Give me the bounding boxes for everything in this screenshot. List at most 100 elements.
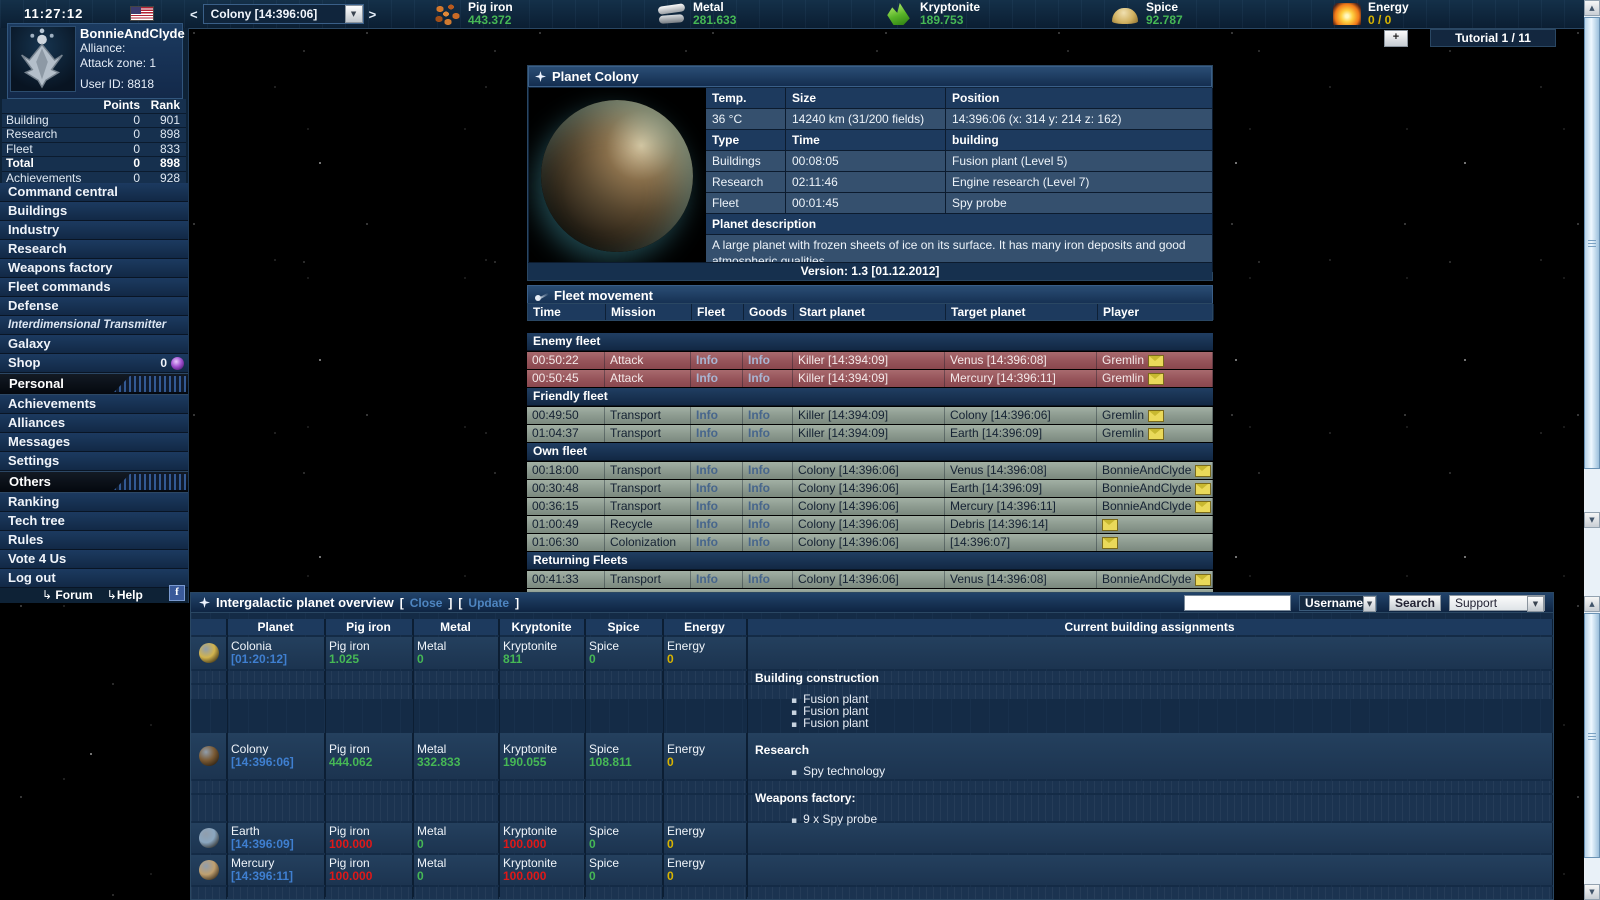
sidebar-item-industry[interactable]: Industry [0, 221, 188, 240]
planet-row-colonia[interactable]: Colonia[01:20:12]Pig iron1.025Metal0Kryp… [191, 637, 1553, 669]
spacer-cell [191, 887, 227, 899]
mail-icon[interactable] [1195, 501, 1211, 513]
fleet-info-link[interactable]: Info [696, 425, 718, 442]
goods-info-link[interactable]: Info [748, 571, 770, 588]
resource-amount: 332.833 [417, 756, 494, 769]
search-button[interactable]: Search [1389, 595, 1441, 611]
player-name: Gremlin [1102, 352, 1144, 369]
scroll-thumb[interactable] [1584, 613, 1600, 858]
fleet-info-link[interactable]: Info [696, 571, 718, 588]
sidebar-item-achievements[interactable]: Achievements [0, 395, 188, 414]
planet-prev-button[interactable]: < [190, 7, 198, 22]
support-select[interactable]: Support ▼ [1449, 595, 1545, 611]
sidebar-item-shop[interactable]: Shop0 [0, 354, 188, 373]
goods-info-link[interactable]: Info [748, 516, 770, 533]
goods-info-link[interactable]: Info [748, 425, 770, 442]
resource-amount: 100.000 [503, 838, 580, 851]
mail-icon[interactable] [1195, 483, 1211, 495]
tutorial-badge[interactable]: Tutorial 1 / 11 [1430, 29, 1556, 47]
scroll-up-button[interactable]: ▲ [1584, 0, 1600, 16]
fleet-info-link[interactable]: Info [696, 407, 718, 424]
fleet-info-link[interactable]: Info [696, 462, 718, 479]
mail-icon[interactable] [1148, 428, 1164, 440]
username-dropdown-icon[interactable]: ▼ [1363, 596, 1376, 612]
fleet-info-link[interactable]: Info [696, 352, 718, 369]
mail-icon[interactable] [1148, 410, 1164, 422]
help-link[interactable]: ↳Help [107, 588, 143, 602]
mail-icon[interactable] [1148, 355, 1164, 367]
fleet-info-link[interactable]: Info [696, 498, 718, 515]
bullet-icon: ▪ [791, 768, 797, 778]
fleet-info-cell: Info [691, 571, 743, 588]
planet-name-cell[interactable]: Colony[14:396:06] [227, 733, 325, 779]
position-header: Position [946, 88, 1213, 109]
goods-info-link[interactable]: Info [748, 534, 770, 551]
scroll-down-button[interactable]: ▼ [1584, 884, 1600, 900]
fleet-info-link[interactable]: Info [696, 370, 718, 387]
facebook-icon[interactable]: f [169, 585, 185, 601]
planet-selector[interactable]: Colony [14:396:06] ▼ [203, 4, 364, 24]
mail-icon[interactable] [1102, 519, 1118, 531]
mail-icon[interactable] [1195, 465, 1211, 477]
scroll-thumb[interactable] [1584, 17, 1600, 469]
planet-name-cell[interactable]: Earth[14:396:09] [227, 823, 325, 853]
goods-info-link[interactable]: Info [748, 462, 770, 479]
assignment-item: ▪Fusion plant [791, 716, 868, 730]
search-input[interactable] [1184, 595, 1291, 611]
goods-info-link[interactable]: Info [748, 498, 770, 515]
sidebar-item-command-central[interactable]: Command central [0, 183, 188, 202]
update-link[interactable]: Update [468, 596, 509, 610]
scroll-up-button[interactable]: ▲ [1584, 596, 1600, 612]
resource-amount: 108.811 [589, 756, 658, 769]
sidebar-item-ranking[interactable]: Ranking [0, 493, 188, 512]
fleet-time: 00:18:00 [527, 462, 605, 479]
sidebar-item-interdimensional-transmitter[interactable]: Interdimensional Transmitter [0, 316, 188, 335]
sidebar-item-buildings[interactable]: Buildings [0, 202, 188, 221]
sidebar-item-vote-4-us[interactable]: Vote 4 Us [0, 550, 188, 569]
spacer-cell [227, 671, 325, 683]
sidebar-item-tech-tree[interactable]: Tech tree [0, 512, 188, 531]
fleet-info-link[interactable]: Info [696, 516, 718, 533]
start-planet: Colony [14:396:06] [793, 571, 945, 588]
sidebar-item-rules[interactable]: Rules [0, 531, 188, 550]
spice-icon [1108, 1, 1142, 27]
scroll-down-button[interactable]: ▼ [1584, 512, 1600, 528]
sidebar-item-fleet-commands[interactable]: Fleet commands [0, 278, 188, 297]
fleet-row: 00:18:00TransportInfoInfoColony [14:396:… [527, 462, 1213, 479]
goods-info-link[interactable]: Info [748, 370, 770, 387]
username-select[interactable]: Username ▼ [1299, 595, 1377, 611]
support-dropdown-icon[interactable]: ▼ [1527, 596, 1544, 612]
sidebar-item-defense[interactable]: Defense [0, 297, 188, 316]
planet-name-cell[interactable]: Colonia[01:20:12] [227, 637, 325, 669]
sidebar-item-research[interactable]: Research [0, 240, 188, 259]
planet-next-button[interactable]: > [369, 7, 377, 22]
mail-icon[interactable] [1195, 574, 1211, 586]
sidebar-item-messages[interactable]: Messages [0, 433, 188, 452]
forum-link[interactable]: ↳ Forum [42, 588, 93, 602]
sidebar-item-settings[interactable]: Settings [0, 452, 188, 471]
planet-row-mercury[interactable]: Mercury[14:396:11]Pig iron100.000Metal0K… [191, 855, 1553, 885]
planet-selector-dropdown-icon[interactable]: ▼ [345, 5, 363, 23]
fleet-info-link[interactable]: Info [696, 480, 718, 497]
mail-icon[interactable] [1102, 537, 1118, 549]
mail-icon[interactable] [1148, 373, 1164, 385]
target-planet: Venus [14:396:08] [945, 352, 1097, 369]
sidebar-item-galaxy[interactable]: Galaxy [0, 335, 188, 354]
expand-button[interactable]: + [1384, 30, 1408, 47]
goods-info-cell: Info [743, 534, 793, 551]
fleet-mission: Transport [605, 571, 691, 588]
goods-info-link[interactable]: Info [748, 480, 770, 497]
start-planet: Killer [14:394:09] [793, 407, 945, 424]
close-link[interactable]: Close [410, 596, 443, 610]
resource-value: 189.753 [920, 14, 980, 27]
sidebar-item-alliances[interactable]: Alliances [0, 414, 188, 433]
bracket: [ [400, 596, 404, 610]
goods-info-link[interactable]: Info [748, 407, 770, 424]
fleet-info-link[interactable]: Info [696, 534, 718, 551]
planet-name-cell[interactable]: Mercury[14:396:11] [227, 855, 325, 885]
scrollbar: ▲ ▼ ▲ ▼ [1584, 0, 1600, 900]
planet-row-earth[interactable]: Earth[14:396:09]Pig iron100.000Metal0Kry… [191, 823, 1553, 853]
goods-info-link[interactable]: Info [748, 352, 770, 369]
sidebar-item-weapons-factory[interactable]: Weapons factory [0, 259, 188, 278]
pig-iron-icon [430, 1, 464, 27]
